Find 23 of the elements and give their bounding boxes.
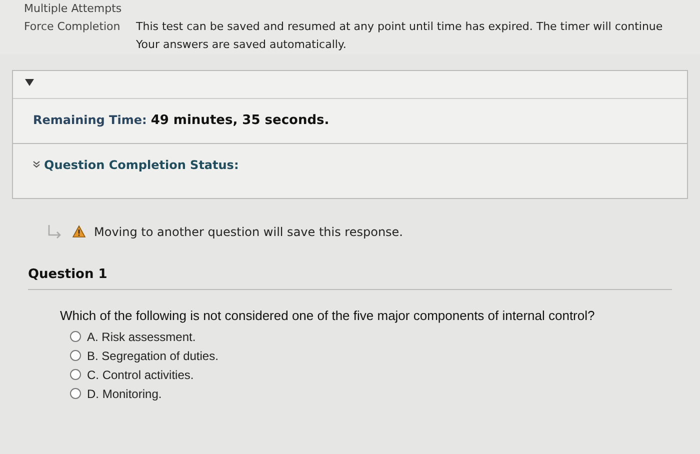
radio-button[interactable] bbox=[70, 388, 81, 399]
option-label[interactable]: C. Control activities. bbox=[87, 366, 194, 384]
timer-label: Remaining Time: bbox=[33, 112, 147, 129]
radio-button[interactable] bbox=[70, 331, 81, 342]
caret-icon bbox=[25, 79, 34, 86]
option-label[interactable]: D. Monitoring. bbox=[87, 384, 162, 402]
radio-button[interactable] bbox=[70, 350, 81, 361]
info-value: This test can be saved and resumed at any point until time has expired. The timer will continue bbox=[136, 19, 663, 35]
chevron-button[interactable] bbox=[33, 161, 40, 168]
radio-button[interactable] bbox=[70, 369, 81, 380]
timer-value: 49 minutes, 35 seconds. bbox=[150, 112, 330, 130]
info-label: Multiple Attempts bbox=[24, 1, 123, 17]
double-chevron-icon bbox=[33, 161, 40, 168]
question-text: Which of the following is not considered one of the five major components of internal control? bbox=[60, 306, 596, 325]
option-label[interactable]: B. Segregation of duties. bbox=[87, 346, 218, 364]
info-label: Force Completion bbox=[24, 19, 122, 35]
option-label[interactable]: A. Risk assessment. bbox=[87, 328, 196, 346]
status-label: Question Completion Status: bbox=[44, 156, 239, 174]
notice-text: Moving to another question will save this response. bbox=[94, 224, 403, 240]
toggle-button[interactable] bbox=[25, 79, 34, 86]
info-value: Your answers are saved automatically. bbox=[136, 37, 348, 53]
question-title: Question 1 bbox=[28, 266, 108, 282]
warning-icon bbox=[72, 225, 86, 238]
